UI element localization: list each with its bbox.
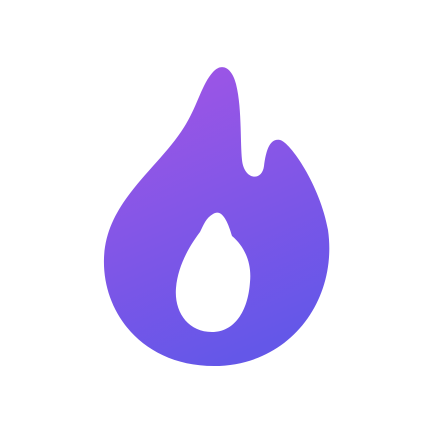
app-icon-canvas bbox=[0, 0, 434, 434]
flame-icon bbox=[103, 67, 330, 366]
